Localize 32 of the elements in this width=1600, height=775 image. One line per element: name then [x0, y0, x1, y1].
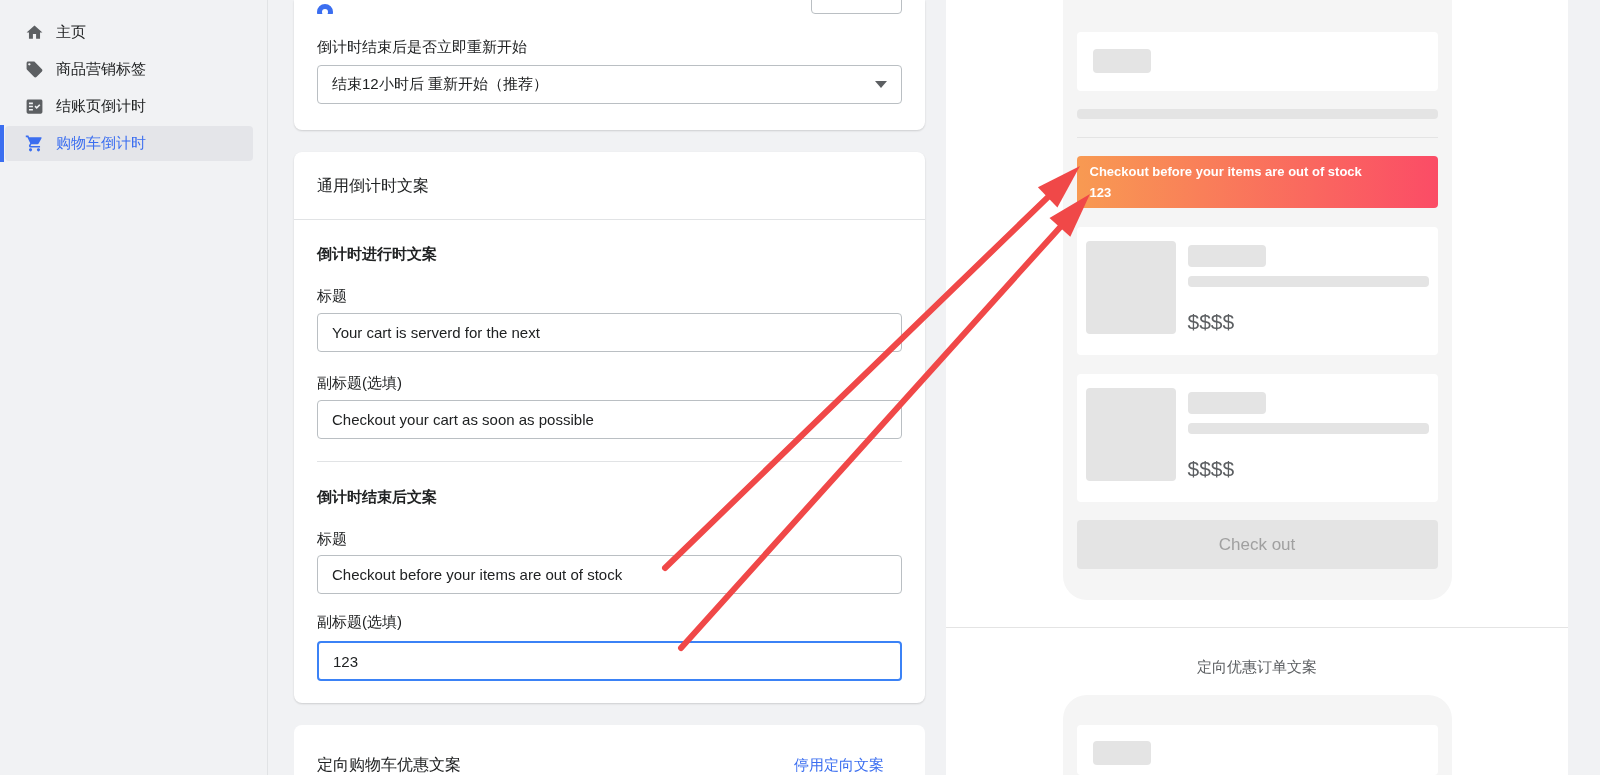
sidebar-item[interactable]: 结账页倒计时 [5, 89, 253, 124]
field-label: 副标题(选填) [317, 373, 403, 393]
placeholder-block [1092, 741, 1151, 765]
text-field[interactable]: 123 [317, 641, 902, 681]
text-field[interactable]: Checkout your cart as soon as possible [317, 400, 902, 439]
caret-icon [875, 81, 887, 88]
text-field[interactable]: Checkout before your items are out of stock [317, 555, 902, 594]
select-field[interactable]: 结束12小时后 重新开始（推荐） [317, 65, 902, 104]
card-title: 通用倒计时文案 [317, 175, 429, 196]
banner-title: Checkout before your items are out of stock [1089, 163, 1363, 181]
home-icon [25, 23, 44, 42]
tag-icon [25, 60, 44, 79]
price-text: $$$$ [1187, 456, 1236, 482]
sidebar-item[interactable]: 购物车倒计时 [5, 126, 253, 161]
text-field[interactable]: Your cart is serverd for the next [317, 313, 902, 352]
preview-title: 定向优惠订单文案 [1197, 657, 1317, 677]
sidebar-item[interactable]: 主页 [5, 15, 253, 50]
disable-link[interactable]: 停用定向文案 [794, 755, 884, 775]
section-title: 倒计时结束后文案 [317, 487, 438, 507]
checklist-icon [25, 97, 44, 116]
placeholder-block [1092, 49, 1151, 73]
cart-icon [25, 134, 44, 153]
card-title: 定向购物车优惠文案 [317, 755, 461, 775]
field-label: 标题 [317, 529, 348, 549]
sidebar-item[interactable]: 商品营销标签 [5, 52, 253, 87]
section-title: 倒计时进行时文案 [317, 244, 438, 264]
field-label: 倒计时结束后是否立即重新开始 [317, 37, 528, 57]
price-text: $$$$ [1187, 309, 1236, 335]
field-label: 副标题(选填) [317, 612, 403, 632]
field-label: 标题 [317, 286, 348, 306]
active-indicator [0, 125, 4, 162]
banner-subtitle: 123 [1089, 184, 1113, 202]
